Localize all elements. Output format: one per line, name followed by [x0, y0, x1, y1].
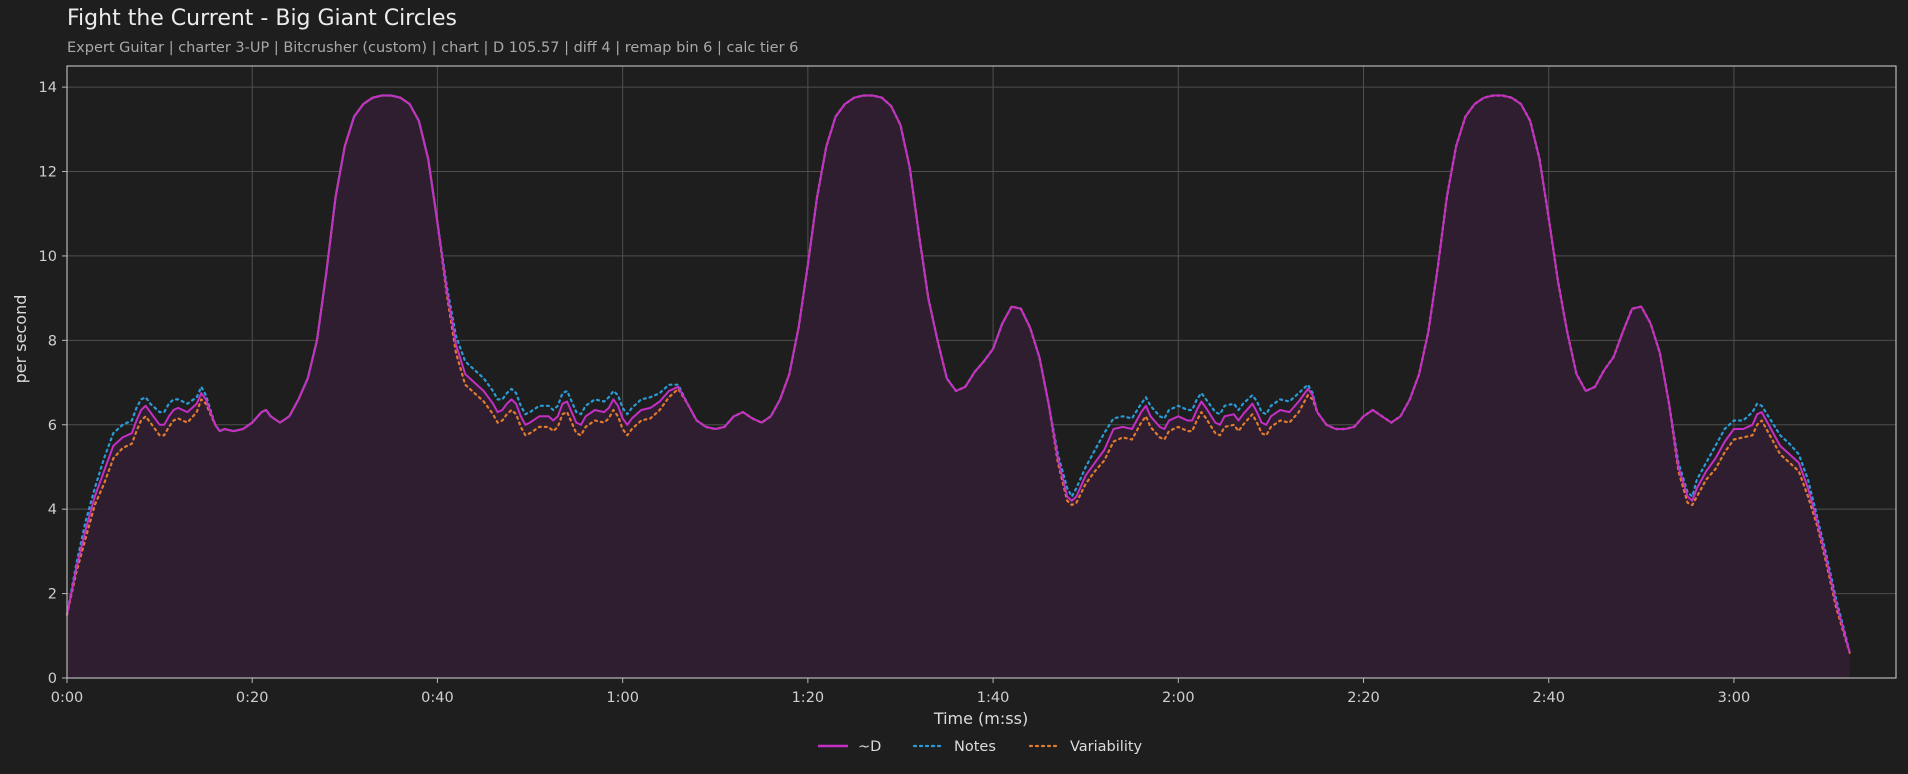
x-tick-label: 2:00: [1162, 690, 1195, 706]
area-fill: [67, 95, 1850, 678]
legend: ~D Notes Variability: [818, 739, 1143, 755]
y-tick-label: 8: [48, 333, 57, 349]
y-tick-label: 0: [48, 671, 57, 687]
x-tick-label: 3:00: [1718, 690, 1751, 706]
x-tick-label: 1:20: [792, 690, 825, 706]
area-under-d: [67, 95, 1850, 678]
y-tick-label: 12: [39, 165, 57, 181]
x-tick-label: 2:20: [1347, 690, 1380, 706]
legend-label: Notes: [954, 739, 996, 755]
legend-label: ~D: [858, 739, 881, 755]
y-tick-label: 14: [39, 80, 57, 96]
line-chart: 0:00 0:20 0:40 1:00 1:20 1:40 2:00 2:20 2:40 3:00…: [11, 65, 1897, 755]
y-axis-label: per second: [11, 295, 30, 384]
x-tick-label: 2:40: [1532, 690, 1565, 706]
y-tick-label: 4: [48, 502, 57, 518]
x-tick-label: 1:00: [606, 690, 639, 706]
y-tick-label: 10: [39, 249, 57, 265]
x-axis-ticks: 0:00 0:20 0:40 1:00 1:20 1:40 2:00 2:20 2:40 3:00: [51, 678, 1750, 706]
y-tick-label: 2: [48, 587, 57, 603]
x-axis-label: Time (m:ss): [933, 709, 1028, 728]
y-axis-ticks: 0 2 4 6 8 10 12 14: [39, 80, 67, 687]
x-tick-label: 0:00: [51, 690, 84, 706]
y-tick-label: 6: [48, 418, 57, 434]
legend-label: Variability: [1070, 739, 1143, 755]
x-tick-label: 1:40: [977, 690, 1010, 706]
x-tick-label: 0:20: [236, 690, 269, 706]
x-tick-label: 0:40: [421, 690, 454, 706]
